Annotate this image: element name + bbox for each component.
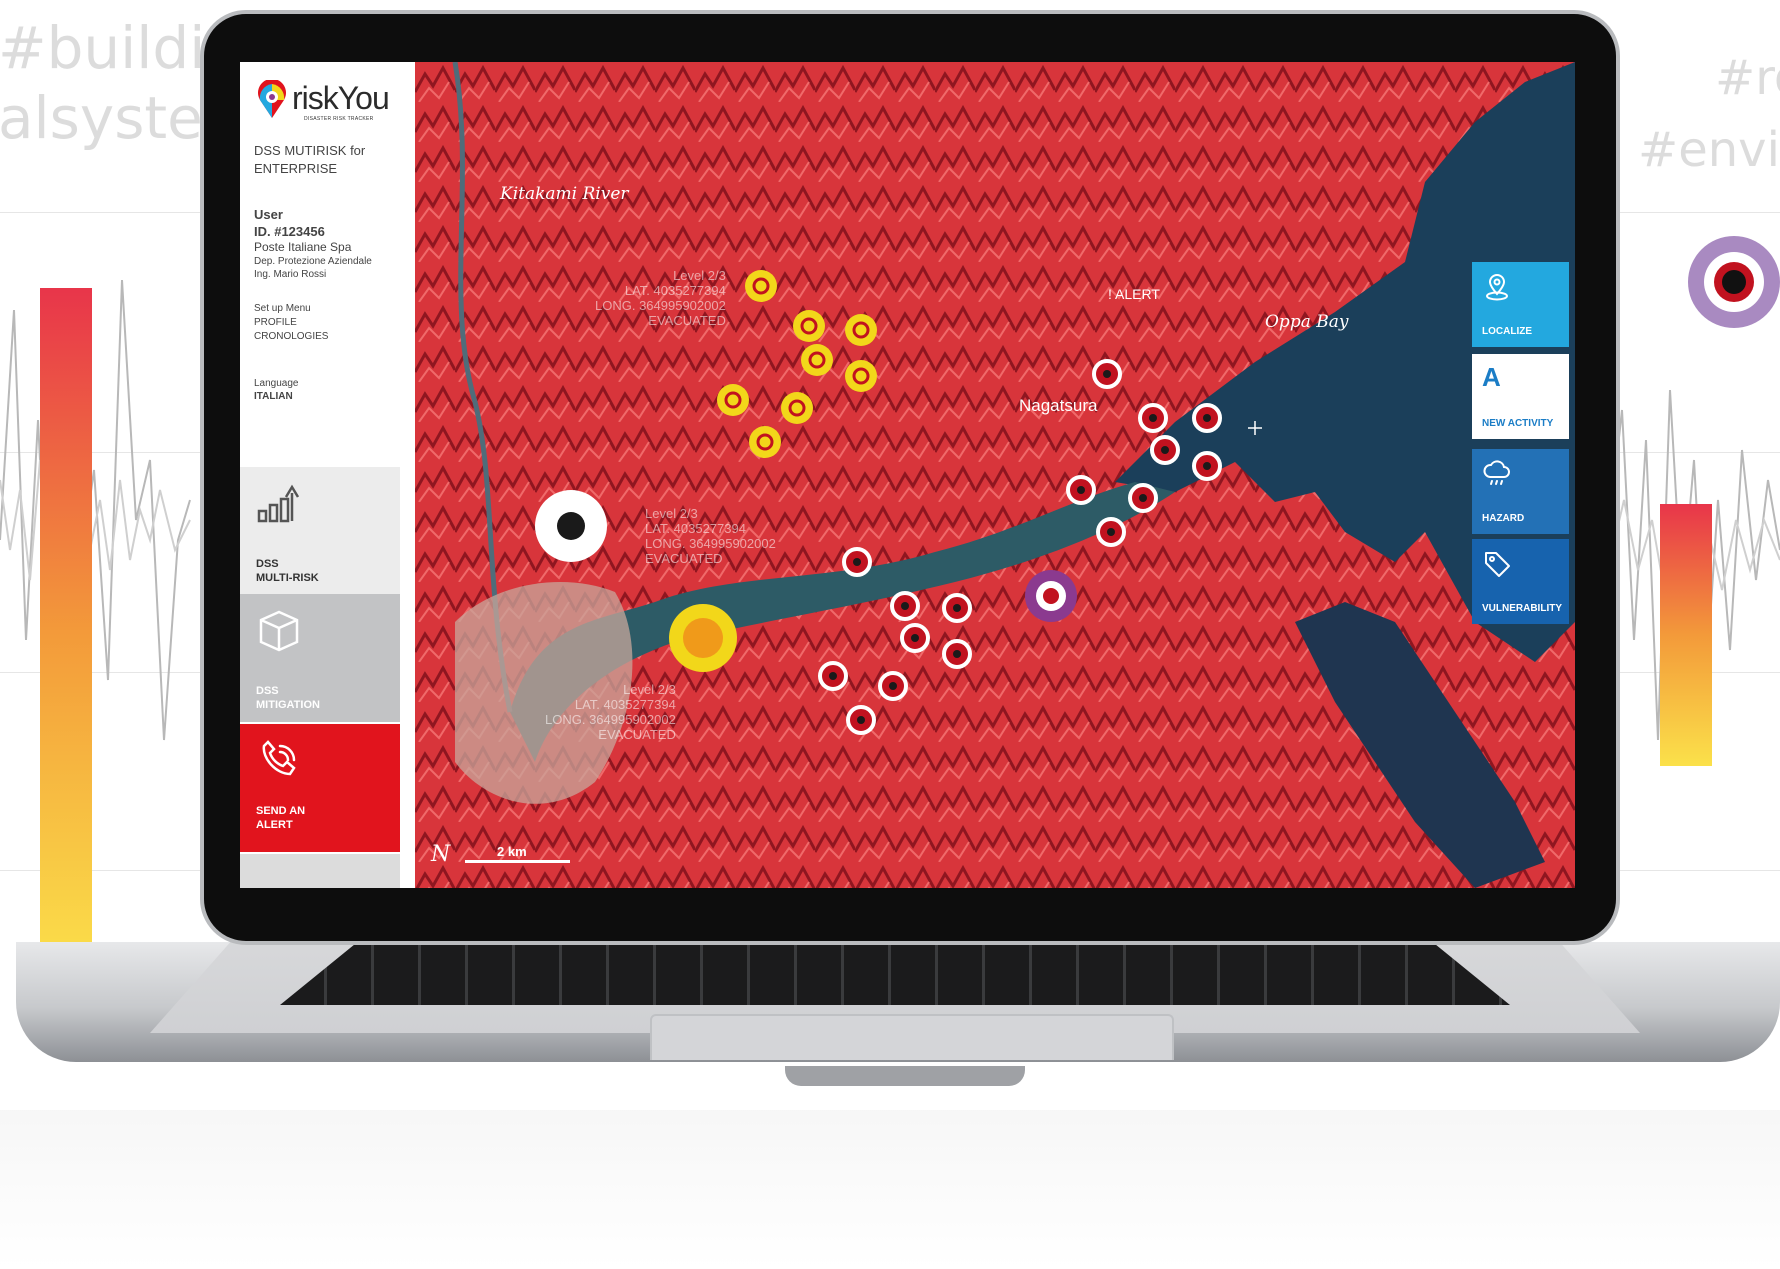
logo-tagline: DISASTER RISK TRACKER xyxy=(304,116,374,122)
floor-reflection xyxy=(0,1110,1780,1269)
new-activity-label: NEW ACTIVITY xyxy=(1482,418,1554,429)
location-pin-icon xyxy=(1486,274,1508,301)
hazard-marker-yellow[interactable] xyxy=(781,392,813,424)
nav-label: MITIGATION xyxy=(256,699,320,711)
hazard-marker-yellow[interactable] xyxy=(749,426,781,458)
nav-dss-multirisk[interactable]: DSS MULTI-RISK xyxy=(240,467,400,595)
vulnerability-label: VULNERABILITY xyxy=(1482,603,1562,614)
localize-label: LOCALIZE xyxy=(1482,326,1532,337)
menu-item-setup[interactable]: Set up Menu xyxy=(254,302,328,316)
background-gradient-bar xyxy=(40,288,92,976)
language-selector[interactable]: Language ITALIAN xyxy=(254,377,299,403)
hazard-marker-yellow[interactable] xyxy=(845,314,877,346)
tag-icon xyxy=(1485,552,1510,577)
user-name: Ing. Mario Rossi xyxy=(254,269,327,280)
marker-layer xyxy=(535,270,1262,735)
settings-menu: Set up Menu PROFILE CRONOLOGIES xyxy=(254,302,328,344)
vulnerability-button[interactable]: VULNERABILITY xyxy=(1472,539,1569,624)
hazard-marker-yellow[interactable] xyxy=(745,270,777,302)
background-gradient-bar xyxy=(1660,504,1712,766)
hazard-marker-purple[interactable] xyxy=(1025,570,1077,622)
map-scale-label: 2 km xyxy=(497,844,527,859)
laptop-notch xyxy=(785,1066,1025,1086)
logo-wordmark: riskYou xyxy=(292,80,390,116)
user-label: User xyxy=(254,207,283,222)
selected-location-marker[interactable] xyxy=(535,490,607,562)
map-scale-bar xyxy=(465,860,570,863)
product-title-line: ENTERPRISE xyxy=(254,161,338,176)
background-tag: alsyste xyxy=(0,84,203,152)
user-info: User ID. #123456 Poste Italiane Spa Dep.… xyxy=(254,206,409,281)
hazard-marker-yellow[interactable] xyxy=(717,384,749,416)
language-label: Language xyxy=(254,378,299,389)
nav-label: DSS xyxy=(256,558,279,570)
language-value[interactable]: ITALIAN xyxy=(254,390,299,403)
background-target-icon xyxy=(1688,236,1780,328)
localize-button[interactable]: LOCALIZE xyxy=(1472,262,1569,347)
crosshair-icon xyxy=(1248,421,1262,435)
phone-call-icon xyxy=(262,740,296,776)
hazard-marker-yellow[interactable] xyxy=(793,310,825,342)
app-logo: riskYou DISASTER RISK TRACKER xyxy=(256,80,406,124)
nav-label: DSS xyxy=(256,685,279,697)
hazard-marker-orange[interactable] xyxy=(669,604,737,672)
background-tag: #ro xyxy=(1715,50,1780,106)
product-title: DSS MUTIRISK for ENTERPRISE xyxy=(254,142,404,178)
map-view[interactable]: Kitakami River ! ALERT Oppa Bay Nagatsur… xyxy=(415,62,1575,888)
send-alert-button[interactable]: SEND AN ALERT xyxy=(240,724,400,852)
product-title-line: DSS MUTIRISK for xyxy=(254,143,366,158)
chart-growth-icon xyxy=(257,484,300,523)
user-id: ID. #123456 xyxy=(254,224,325,239)
north-arrow-icon: N xyxy=(431,842,451,867)
menu-item-profile[interactable]: PROFILE xyxy=(254,316,328,330)
nav-more[interactable] xyxy=(240,854,400,888)
nav-dss-mitigation[interactable]: DSS MITIGATION xyxy=(240,594,400,722)
rain-cloud-icon xyxy=(1483,460,1510,485)
hazard-marker-yellow[interactable] xyxy=(801,344,833,376)
box-icon xyxy=(259,610,299,652)
hazard-marker-red[interactable] xyxy=(818,359,1222,735)
app-screen: riskYou DISASTER RISK TRACKER DSS MUTIRI… xyxy=(240,62,1575,888)
laptop-keyboard xyxy=(280,945,1510,1005)
user-department: Dep. Protezione Aziendale xyxy=(254,256,372,267)
logo-pin-icon xyxy=(258,80,286,118)
nav-label: SEND AN xyxy=(256,805,306,817)
background-tag: #envi xyxy=(1638,122,1780,178)
menu-item-chronologies[interactable]: CRONOLOGIES xyxy=(254,330,328,344)
hazard-button[interactable]: HAZARD xyxy=(1472,449,1569,534)
user-company: Poste Italiane Spa xyxy=(254,240,352,254)
activity-letter-icon: A xyxy=(1482,362,1501,392)
nav-label: ALERT xyxy=(256,819,293,831)
new-activity-button[interactable]: A NEW ACTIVITY xyxy=(1472,354,1569,439)
laptop-trackpad xyxy=(650,1014,1174,1060)
nav-label: MULTI-RISK xyxy=(256,572,319,584)
hazard-label: HAZARD xyxy=(1482,513,1525,524)
hazard-marker-yellow[interactable] xyxy=(845,360,877,392)
sidebar: riskYou DISASTER RISK TRACKER DSS MUTIRI… xyxy=(240,62,415,888)
